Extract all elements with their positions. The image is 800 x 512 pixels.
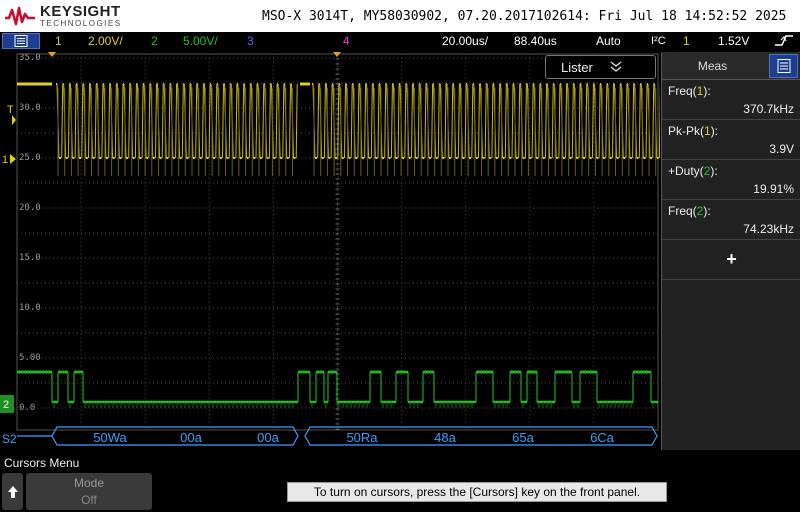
meas-label: Freq(2): (668, 204, 711, 218)
y-tick-label: 25.0 (19, 153, 41, 163)
chevron-down-icon (610, 61, 622, 72)
decode-packet-label: 65a (512, 430, 534, 445)
y-tick-label: 15.0 (19, 253, 41, 263)
menu-title: Cursors Menu (4, 456, 80, 470)
trigger-slope-icon[interactable] (773, 33, 795, 51)
waveform-display[interactable]: 35.0 30.0 25.0 20.0 15.0 10.0 5.00 0.0 T 1 2 S2… (0, 50, 660, 452)
decode-packet-label: 50Wa (93, 430, 127, 445)
mode-label: Mode (73, 476, 105, 490)
brand-subtitle: TECHNOLOGIES (40, 19, 122, 28)
back-button[interactable] (2, 473, 23, 510)
keysight-logo: KEYSIGHT TECHNOLOGIES (4, 2, 122, 30)
decode-packet-label: 6Ca (590, 430, 615, 445)
ch2-number[interactable]: 2 (151, 34, 158, 48)
y-tick-label: 35.0 (19, 53, 41, 63)
keysight-wave-icon (5, 6, 35, 26)
meas-label-prefix: Freq( (668, 84, 697, 98)
trigger-delay[interactable]: 88.40us (514, 34, 557, 48)
meas-value: 74.23kHz (743, 222, 794, 236)
meas-value: 370.7kHz (743, 102, 794, 116)
meas-row-pkpk1[interactable]: Pk-Pk(1): 3.9V (662, 120, 800, 160)
trigger-mode[interactable]: Auto (596, 34, 621, 48)
meas-label-suffix: ): (710, 164, 718, 178)
ch3-number[interactable]: 3 (247, 34, 254, 48)
meas-header: Meas (662, 52, 800, 80)
y-tick-label: 30.0 (19, 103, 41, 113)
trigger-source[interactable]: 1 (683, 34, 690, 48)
main-menu-button[interactable] (2, 33, 40, 49)
decode-packet-label: 50Ra (346, 430, 378, 445)
mode-value: Off (81, 493, 97, 507)
arrow-up-icon (7, 485, 18, 498)
ch2-scale[interactable]: 5.00V/ (183, 34, 218, 48)
status-bar: 1 2.00V/ 2 5.00V/ 3 4 20.00us/ 88.40us A… (0, 32, 800, 50)
ch1-number[interactable]: 1 (55, 34, 62, 48)
trigger-level-marker-label[interactable]: T (7, 104, 14, 116)
trigger-level[interactable]: 1.52V (718, 34, 749, 48)
meas-label: Pk-Pk(1): (668, 124, 718, 138)
meas-label-prefix: +Duty( (668, 164, 704, 178)
y-tick-label: 5.00 (19, 353, 41, 363)
y-tick-label: 20.0 (19, 203, 41, 213)
meas-label-suffix: ): (710, 124, 719, 138)
meas-label-suffix: ): (703, 204, 711, 218)
ch1-scale[interactable]: 2.00V/ (88, 34, 123, 48)
ch2-ground-label: 2 (3, 399, 9, 411)
serial-bus-label[interactable]: S2 (2, 432, 17, 446)
trigger-type[interactable]: I²C (651, 35, 666, 47)
meas-row-duty2[interactable]: +Duty(2): 19.91% (662, 160, 800, 200)
meas-source: 1 (704, 124, 711, 138)
title-bar: KEYSIGHT TECHNOLOGIES MSO-X 3014T, MY580… (0, 0, 800, 32)
meas-label: Freq(1): (668, 84, 711, 98)
meas-row-freq1[interactable]: Freq(1): 370.7kHz (662, 80, 800, 120)
add-measurement-button[interactable]: + (662, 240, 800, 280)
ch4-number[interactable]: 4 (343, 34, 350, 48)
y-tick-label: 0.0 (19, 403, 35, 413)
ch1-ground-label[interactable]: 1 (2, 154, 8, 166)
menu-icon (777, 59, 791, 73)
cursor-mode-button[interactable]: Mode Off (26, 473, 152, 510)
decode-packet-label: 00a (180, 430, 202, 445)
brand-name: KEYSIGHT (40, 3, 121, 20)
meas-label-suffix: ): (703, 84, 711, 98)
lister-button[interactable]: Lister (545, 55, 656, 79)
meas-value: 3.9V (769, 142, 794, 156)
meas-row-freq2[interactable]: Freq(2): 74.23kHz (662, 200, 800, 240)
y-tick-label: 10.0 (19, 303, 41, 313)
meas-title: Meas (697, 59, 728, 73)
meas-label: +Duty(2): (668, 164, 718, 178)
menu-icon (14, 35, 28, 47)
decode-packet-label: 00a (257, 430, 279, 445)
decode-packet-label: 48a (434, 430, 456, 445)
lister-label: Lister (561, 60, 593, 75)
softkey-bar: Cursors Menu Mode Off To turn on cursors… (0, 452, 800, 512)
cursors-hint: To turn on cursors, press the [Cursors] … (287, 482, 667, 502)
instrument-title: MSO-X 3014T, MY58030902, 07.20.201710261… (262, 9, 787, 24)
meas-label-prefix: Freq( (668, 204, 697, 218)
meas-menu-button[interactable] (769, 54, 798, 78)
measurements-panel: Meas Freq(1): 370.7kHz Pk-Pk(1): 3.9V +D… (661, 52, 800, 450)
timebase-scale[interactable]: 20.00us/ (442, 34, 488, 48)
meas-value: 19.91% (753, 182, 794, 196)
meas-label-prefix: Pk-Pk( (668, 124, 704, 138)
